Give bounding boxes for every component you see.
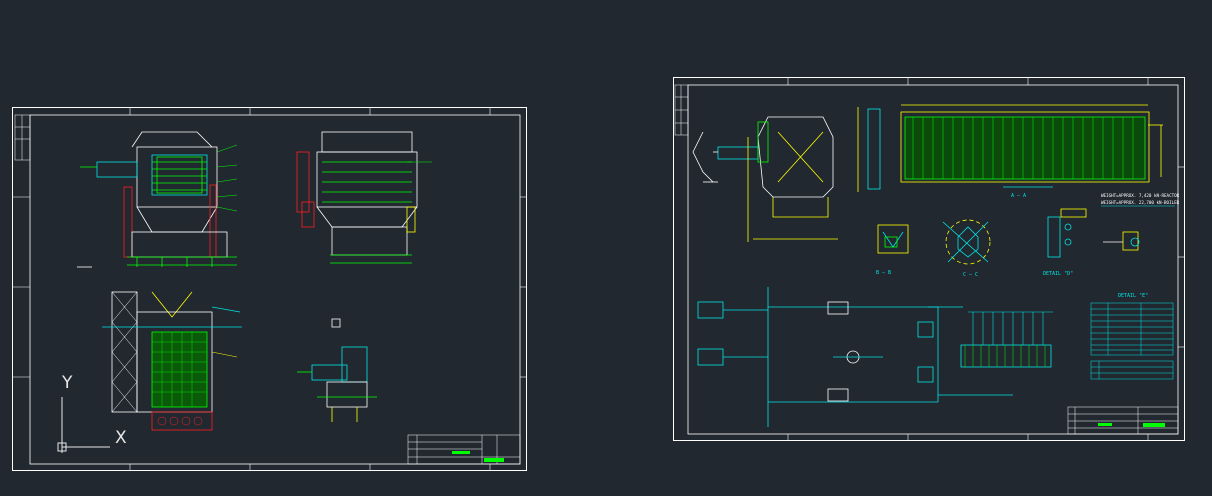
- label-detail-e: DETAIL "E": [1118, 293, 1148, 299]
- title-block-stamp: [484, 458, 504, 462]
- view-section-c: [942, 219, 991, 265]
- title-block-name: [1098, 423, 1112, 426]
- sheet-right-canvas: WEIGHT=APPROX. 7,420 kN-REACTOR WEIGHT=A…: [673, 77, 1185, 441]
- view-schematic: [697, 287, 1053, 427]
- revision-block: [14, 114, 31, 161]
- view-section-b: [877, 224, 909, 254]
- label-section-a: A — A: [1011, 193, 1026, 199]
- revision-block: [674, 84, 689, 136]
- view-boiler-plan: [857, 104, 1163, 192]
- view-fitting: [1103, 231, 1140, 251]
- title-block-stamp: [1143, 423, 1165, 427]
- view-detail-d: [1047, 208, 1087, 258]
- label-section-b: B — B: [876, 270, 891, 276]
- note-weight-reactor: WEIGHT=APPROX. 7,420 kN-REACTOR: [1101, 193, 1180, 198]
- ucs-x-label: X: [115, 428, 127, 448]
- view-duct-elevation: [692, 116, 838, 242]
- ucs-y-label: Y: [62, 373, 73, 393]
- view-front-elevation: [77, 131, 238, 268]
- drawing-sheet-right[interactable]: WEIGHT=APPROX. 7,420 kN-REACTOR WEIGHT=A…: [673, 77, 1185, 441]
- legend-table: [1090, 302, 1174, 380]
- note-weight-boiler: WEIGHT=APPROX. 22,700 kN-BOILER: [1101, 200, 1180, 205]
- title-block: [1067, 406, 1179, 435]
- view-isometric: [297, 318, 377, 422]
- label-detail-d: DETAIL "D": [1043, 271, 1073, 277]
- label-section-c: C — C: [963, 272, 978, 278]
- ucs-icon: Y X: [40, 375, 140, 465]
- title-block-name: [452, 451, 470, 454]
- view-side-elevation: [296, 131, 432, 264]
